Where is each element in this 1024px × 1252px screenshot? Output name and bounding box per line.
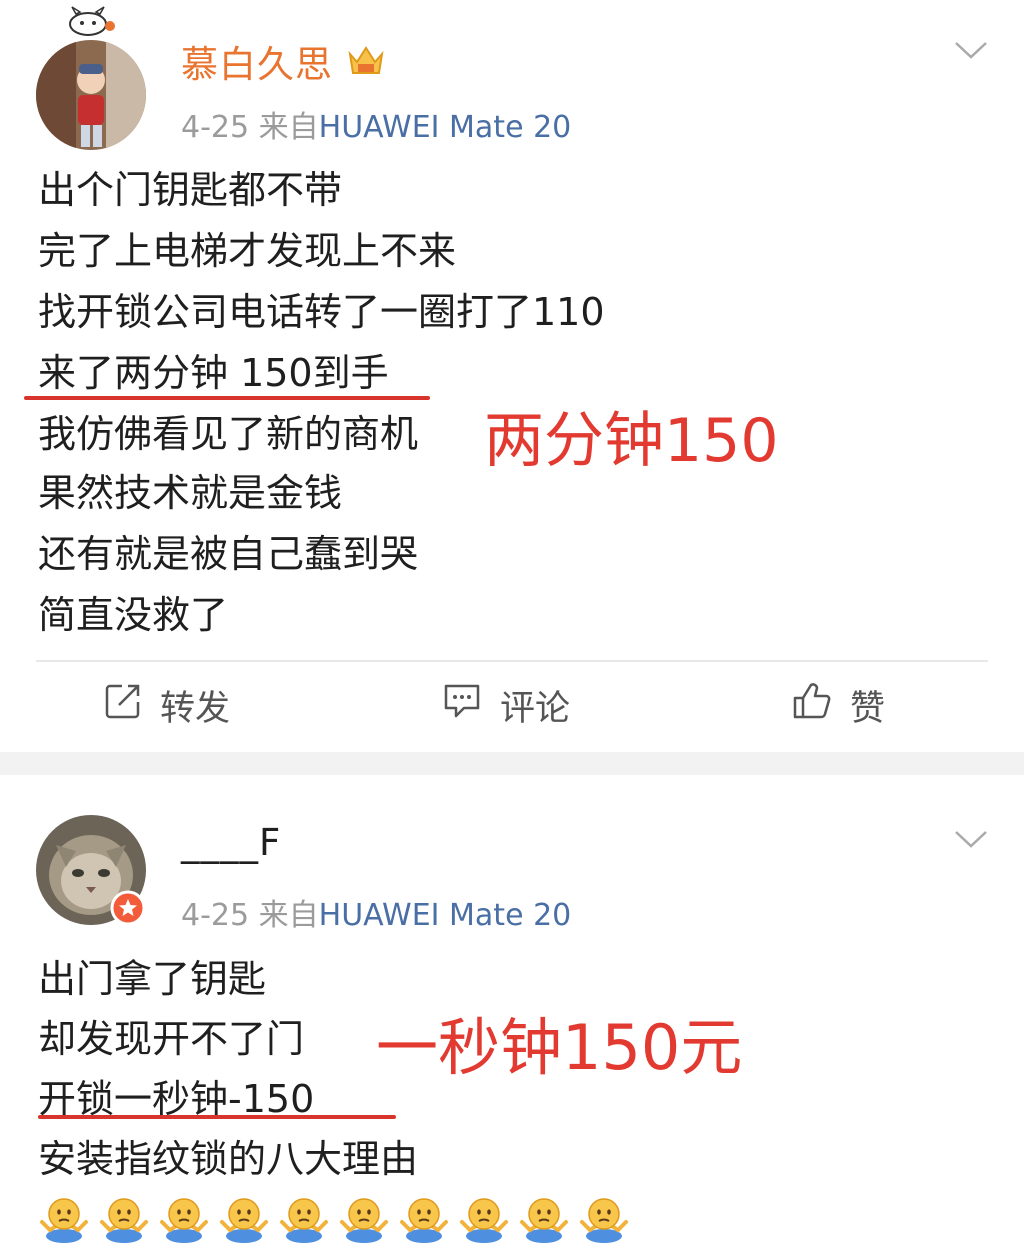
device-name[interactable]: HUAWEI Mate 20 <box>319 110 572 145</box>
comment-icon <box>442 682 500 729</box>
like-label: 赞 <box>850 688 886 729</box>
emoji-row <box>38 1192 630 1244</box>
vip-crown-icon <box>346 40 386 80</box>
feed-separator <box>0 752 1024 775</box>
user-avatar[interactable] <box>36 40 146 150</box>
source-prefix: 来自 <box>258 110 319 145</box>
repost-button[interactable]: 转发 <box>104 680 230 730</box>
shrug-emoji-icon <box>398 1192 450 1244</box>
shrug-emoji-icon <box>518 1192 570 1244</box>
post-text-line: 出个门钥匙都不带 <box>38 168 343 212</box>
device-name[interactable]: HUAWEI Mate 20 <box>319 898 572 933</box>
chevron-down-icon[interactable] <box>954 829 988 849</box>
red-underline <box>38 1115 396 1119</box>
post-text-line: 还有就是被自己蠢到哭 <box>38 532 419 576</box>
thumbs-up-icon <box>792 681 850 730</box>
verified-badge-icon <box>110 890 146 926</box>
shrug-emoji-icon <box>218 1192 270 1244</box>
shrug-emoji-icon <box>98 1192 150 1244</box>
post-text-line: 简直没救了 <box>38 593 229 637</box>
repost-label: 转发 <box>160 688 231 729</box>
post-meta: 4-25 来自HUAWEI Mate 20 <box>181 102 571 146</box>
post-text-line: 却发现开不了门 <box>38 1017 305 1061</box>
weibo-post-1: 慕白久思 4-25 来自HUAWEI Mate 20 出个门钥匙都不带 完了上电… <box>0 0 1024 752</box>
post-meta: 4-25 来自HUAWEI Mate 20 <box>181 890 571 934</box>
repost-icon <box>104 682 160 729</box>
weibo-post-2: ____F 4-25 来自HUAWEI Mate 20 出门拿了钥匙 却发现开不… <box>0 775 1024 1252</box>
shrug-emoji-icon <box>158 1192 210 1244</box>
chevron-down-icon[interactable] <box>954 40 988 60</box>
comment-button[interactable]: 评论 <box>442 680 570 730</box>
post-text-line: 来了两分钟 150到手 <box>38 351 389 395</box>
post-text-line: 出门拿了钥匙 <box>38 957 267 1001</box>
like-button[interactable]: 赞 <box>792 680 885 730</box>
post-text-line: 安装指纹锁的八大理由 <box>38 1137 419 1181</box>
shrug-emoji-icon <box>278 1192 330 1244</box>
shrug-emoji-icon <box>38 1192 90 1244</box>
shrug-emoji-icon <box>458 1192 510 1244</box>
username[interactable]: 慕白久思 <box>181 34 333 88</box>
shrug-emoji-icon <box>338 1192 390 1244</box>
shrug-emoji-icon <box>578 1192 630 1244</box>
post-date: 4-25 <box>181 110 250 145</box>
comment-label: 评论 <box>500 688 571 729</box>
username[interactable]: ____F <box>181 821 281 864</box>
post-text-line: 我仿佛看见了新的商机 <box>38 412 419 456</box>
red-annotation: 两分钟150 <box>484 406 779 476</box>
post-text-line: 果然技术就是金钱 <box>38 471 343 515</box>
post-text-line: 找开锁公司电话转了一圈打了110 <box>38 290 605 334</box>
red-annotation: 一秒钟150元 <box>376 1011 743 1084</box>
divider <box>36 660 988 662</box>
source-prefix: 来自 <box>258 898 319 933</box>
post-date: 4-25 <box>181 898 250 933</box>
user-badge-icon <box>58 6 118 36</box>
red-underline <box>24 396 430 400</box>
post-text-line: 完了上电梯才发现上不来 <box>38 229 457 273</box>
